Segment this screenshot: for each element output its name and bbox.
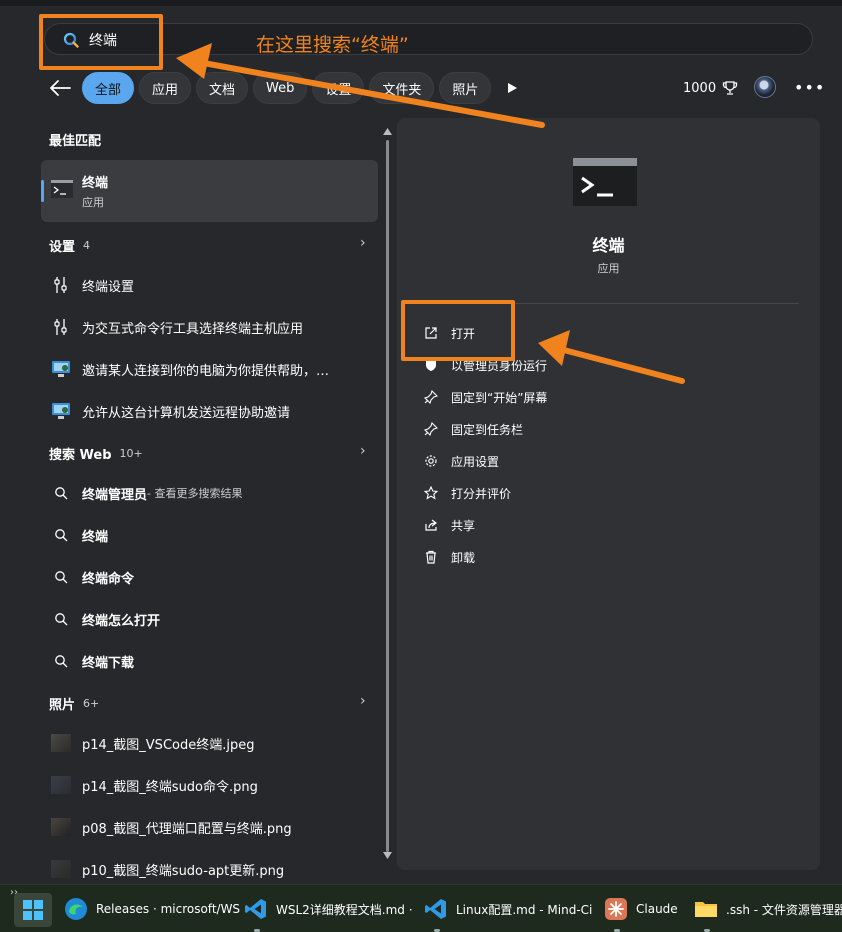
taskbar-app-label: Releases · microsoft/WS [96,902,241,916]
taskbar-app-label: WSL2详细教程文档.md · [276,902,413,917]
start-search-panel: 在这里搜索“终端” 全部 应用 文档 Web 设置 文件夹 照片 1000 ••… [0,0,842,884]
vscode-icon [424,897,448,921]
windows-logo-icon [23,900,43,920]
taskbar-app-label: .ssh - 文件资源管理器 [726,902,842,917]
taskbar-app-label: Claude [636,902,678,916]
vscode-icon [244,897,268,921]
edge-browser-icon [64,897,88,921]
taskbar-app-edge[interactable]: Releases · microsoft/WS [64,897,240,921]
taskbar: ›› Releases · microsoft/WS WSL2详细教程文档.md… [0,884,842,932]
annotation-arrows [176,43,685,384]
folder-icon [694,897,718,921]
start-button[interactable] [14,893,52,927]
taskbar-app-label: Linux配置.md - Mind-Ci [456,902,593,917]
taskbar-app-claude[interactable]: Claude [604,897,678,921]
taskbar-app-explorer[interactable]: .ssh - 文件资源管理器 [694,897,842,921]
claude-icon [604,897,628,921]
taskbar-app-vscode-2[interactable]: Linux配置.md - Mind-Ci [424,897,592,921]
taskbar-app-vscode[interactable]: WSL2详细教程文档.md · [244,897,413,921]
